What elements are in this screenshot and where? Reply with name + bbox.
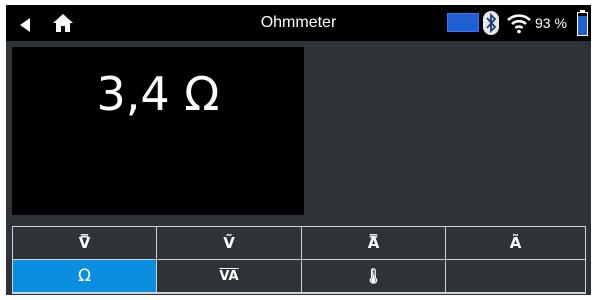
reading-value: 3,4 Ω [96, 67, 220, 121]
ac-voltage-icon: Ṽ [223, 234, 235, 252]
thermometer-icon: 🌡 [363, 267, 384, 285]
battery-icon [577, 10, 588, 36]
ohm-icon: Ω [78, 266, 91, 286]
dc-current-icon: A̿ [367, 234, 380, 252]
mode-ac-voltage-button[interactable]: Ṽ [157, 227, 301, 259]
measurement-display: 3,4 Ω [12, 47, 304, 215]
screen-icon [447, 13, 479, 32]
page-title: Ohmmeter [260, 14, 337, 31]
battery-percent: 93 % [535, 15, 567, 31]
app-screen: Ohmmeter 93 % 3,4 Ω V̿ Ṽ A̿ Ã Ω VA 🌡 [6, 5, 591, 295]
mode-dc-voltage-button[interactable]: V̿ [13, 227, 156, 259]
mode-power-button[interactable]: VA [157, 260, 301, 292]
wifi-icon [507, 14, 531, 34]
power-icon: VA [219, 268, 239, 284]
mode-ac-current-button[interactable]: Ã [446, 227, 585, 259]
mode-resistance-button[interactable]: Ω [13, 260, 156, 292]
mode-empty-slot [446, 260, 585, 292]
bluetooth-icon [483, 11, 499, 35]
mode-dc-current-button[interactable]: A̿ [302, 227, 445, 259]
status-bar: Ohmmeter 93 % [6, 5, 591, 41]
ac-current-icon: Ã [509, 234, 522, 252]
mode-temperature-button[interactable]: 🌡 [302, 260, 445, 292]
mode-selector: V̿ Ṽ A̿ Ã Ω VA 🌡 [12, 226, 586, 294]
dc-voltage-icon: V̿ [78, 234, 91, 252]
